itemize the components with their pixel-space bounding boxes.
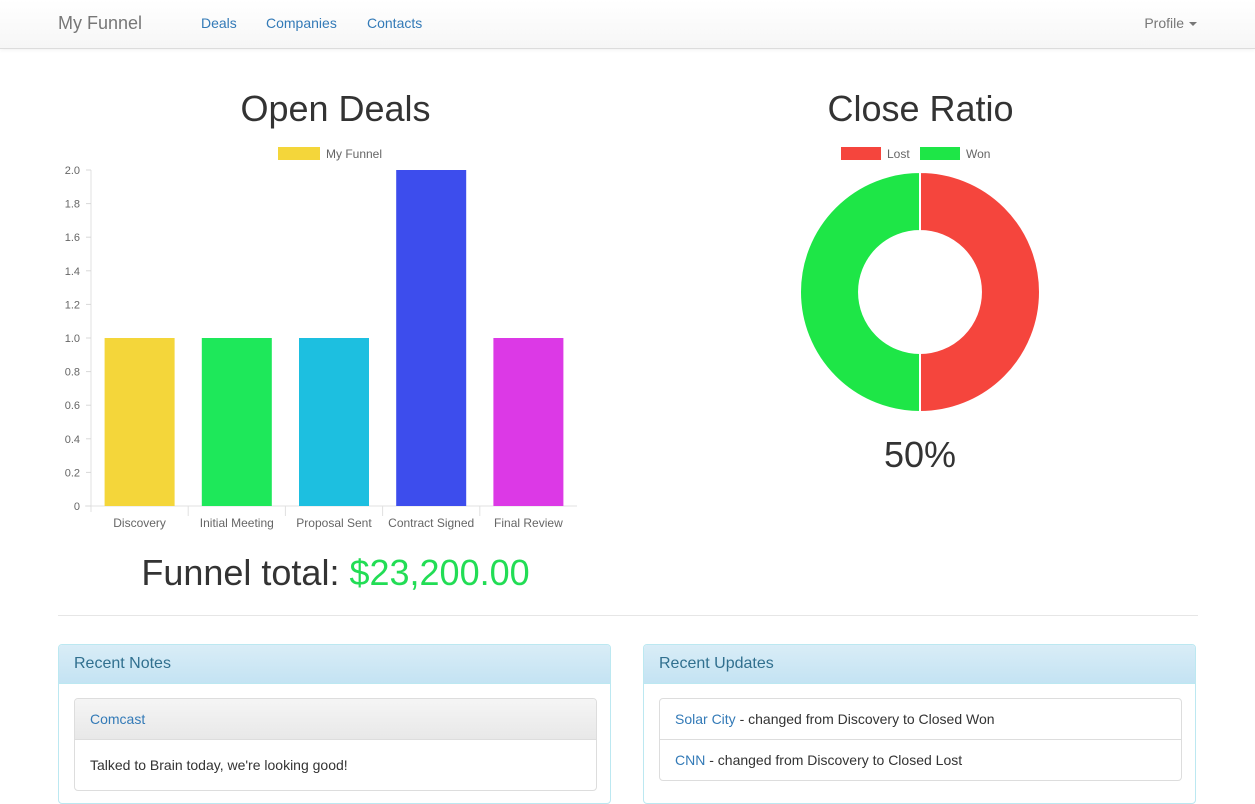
y-tick-label: 1.2 bbox=[65, 299, 80, 311]
update-list: Solar City - changed from Discovery to C… bbox=[659, 698, 1182, 781]
bar bbox=[201, 338, 272, 506]
y-tick-label: 1.4 bbox=[65, 266, 80, 278]
recent-notes-heading: Recent Notes bbox=[59, 645, 610, 684]
update-text: - changed from Discovery to Closed Lost bbox=[705, 752, 963, 768]
legend-label: Lost bbox=[887, 147, 910, 161]
legend-label: My Funnel bbox=[326, 147, 382, 161]
legend-swatch bbox=[841, 147, 881, 160]
close-ratio-value: 50% bbox=[883, 434, 957, 475]
legend-swatch bbox=[920, 147, 960, 160]
y-tick-label: 0.4 bbox=[65, 434, 80, 446]
y-tick-label: 0 bbox=[74, 501, 80, 513]
y-tick-label: 1.8 bbox=[65, 199, 80, 211]
legend-swatch bbox=[278, 147, 320, 160]
recent-updates-heading: Recent Updates bbox=[644, 645, 1195, 684]
y-tick-label: 1.6 bbox=[65, 232, 80, 244]
bar bbox=[299, 338, 369, 506]
funnel-total: Funnel total: $23,200.00 bbox=[58, 552, 613, 594]
update-company-link[interactable]: Solar City bbox=[675, 711, 736, 727]
x-tick-label: Contract Signed bbox=[388, 516, 474, 530]
note-text: Talked to Brain today, we're looking goo… bbox=[90, 757, 348, 773]
y-tick-label: 2.0 bbox=[65, 165, 80, 177]
recent-updates-panel: Recent Updates Solar City - changed from… bbox=[643, 644, 1196, 804]
funnel-total-amount: $23,200.00 bbox=[349, 552, 530, 593]
update-item: Solar City - changed from Discovery to C… bbox=[660, 699, 1181, 739]
recent-notes-panel: Recent Notes Comcast Talked to Brain tod… bbox=[58, 644, 611, 804]
y-tick-label: 0.6 bbox=[65, 400, 80, 412]
x-tick-label: Discovery bbox=[113, 516, 166, 530]
section-divider bbox=[58, 615, 1198, 616]
note-header: Comcast bbox=[75, 699, 596, 740]
note-card: Comcast Talked to Brain today, we're loo… bbox=[74, 698, 597, 791]
y-tick-label: 1.0 bbox=[65, 333, 80, 345]
charts-canvas: My Funnel 0 0.2 0.4 0.6 0.8 1.0 1.2 1.4 1.6 1.8 2.0… bbox=[65, 147, 1041, 530]
doughnut-slice bbox=[919, 170, 1041, 414]
x-tick-label: Initial Meeting bbox=[200, 516, 274, 530]
bar bbox=[396, 170, 467, 506]
legend-label: Won bbox=[966, 147, 990, 161]
y-tick-label: 0.2 bbox=[65, 467, 80, 479]
bar bbox=[493, 338, 564, 506]
update-text: - changed from Discovery to Closed Won bbox=[735, 711, 995, 727]
y-tick-label: 0.8 bbox=[65, 367, 80, 379]
x-tick-label: Final Review bbox=[494, 516, 563, 530]
funnel-total-label: Funnel total: bbox=[141, 552, 340, 593]
x-tick-label: Proposal Sent bbox=[296, 516, 372, 530]
note-company-link[interactable]: Comcast bbox=[90, 711, 145, 727]
update-company-link[interactable]: CNN bbox=[675, 752, 705, 768]
update-item: CNN - changed from Discovery to Closed L… bbox=[660, 739, 1181, 780]
bar bbox=[104, 338, 175, 506]
doughnut-slice bbox=[799, 170, 921, 414]
